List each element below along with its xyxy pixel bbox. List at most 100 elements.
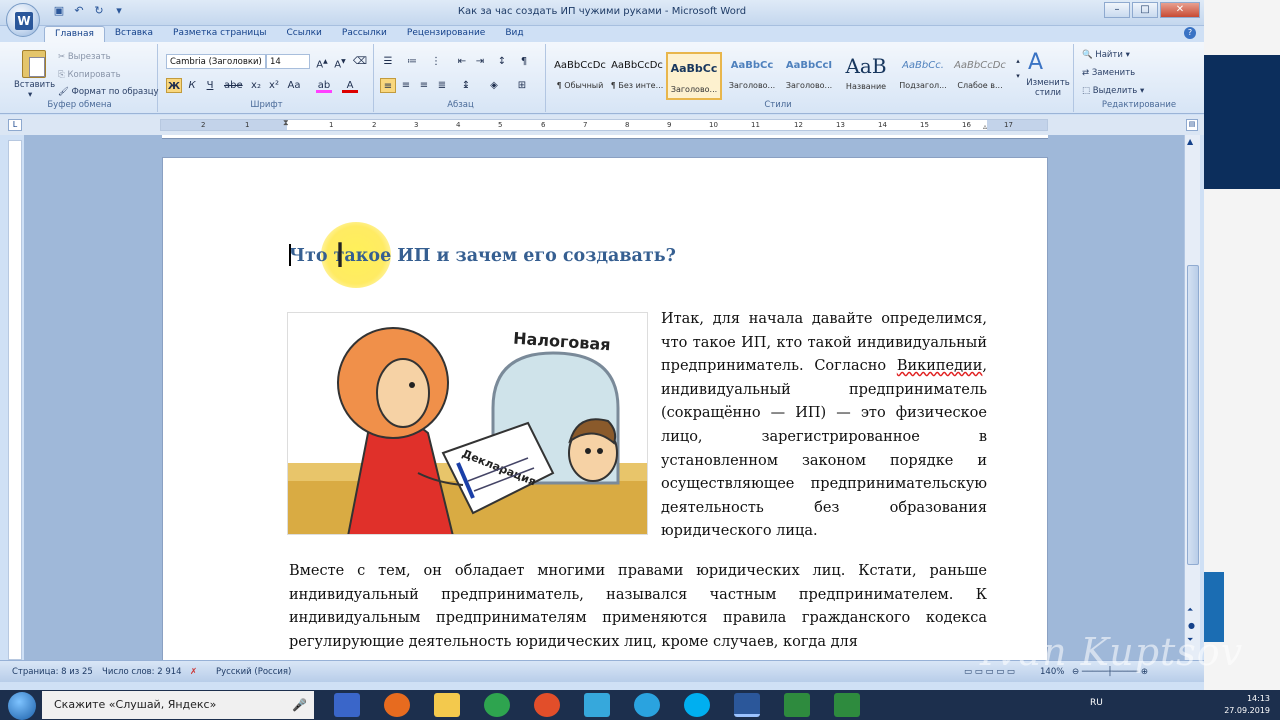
word-taskbar-icon[interactable] [734,693,760,717]
bird-app-icon[interactable] [584,693,610,717]
tab-view[interactable]: Вид [495,26,533,42]
word-count[interactable]: Число слов: 2 914 [102,667,182,677]
ruler-number: 1 [329,121,334,129]
align-left-button[interactable]: ≡ [380,78,396,93]
style-heading-3[interactable]: AaBbCcI Заголово... [781,52,837,100]
numbering-icon[interactable]: ≔ [404,54,420,69]
tax-office-illustration[interactable]: Налоговая Декларация [287,312,648,535]
font-name-select[interactable]: Cambria (Заголовки) [166,54,266,69]
vertical-scrollbar[interactable]: ▲ ⏶ ● ⏷ [1184,135,1200,660]
window-title: Как за час создать ИП чужими руками - Mi… [457,6,747,17]
shrink-font-icon[interactable]: A▼ [332,54,348,70]
style-normal[interactable]: AaBbCcDc ¶ Обычный [552,52,608,100]
vertical-ruler[interactable] [8,140,22,660]
scroll-up-icon[interactable]: ▲ [1187,137,1193,146]
office-button[interactable]: W [6,3,40,37]
page-counter[interactable]: Страница: 8 из 25 [12,667,93,677]
ruler-number: 2 [372,121,377,129]
yandex-browser-icon[interactable] [534,693,560,717]
shading-icon[interactable]: ◈ [486,78,502,93]
style-subtitle[interactable]: AaBbCc. Подзагол... [895,52,951,100]
indent-marker-icon[interactable]: ⧗ [283,118,289,128]
bullets-icon[interactable]: ☰ [380,54,396,69]
align-right-button[interactable]: ≡ [416,78,432,93]
style-title[interactable]: AaB Название [838,52,894,100]
sort-icon[interactable]: ↕ [494,54,510,69]
paragraph-rights[interactable]: Вместе с тем, он обладает многими правам… [289,560,987,654]
show-marks-icon[interactable]: ¶ [516,54,532,69]
input-language[interactable]: RU [1090,698,1103,708]
close-button[interactable]: ✕ [1160,2,1200,18]
chrome-icon[interactable] [484,693,510,717]
decrease-indent-icon[interactable]: ⇤ [454,54,470,69]
tab-insert[interactable]: Вставка [105,26,163,42]
grow-font-icon[interactable]: A▲ [314,54,330,70]
change-case-icon[interactable]: Aa [286,78,302,93]
camtasia-icon[interactable] [784,693,810,717]
multilevel-list-icon[interactable]: ⋮ [428,54,444,69]
ruler-toggle-icon[interactable]: L [8,119,22,131]
replace-button[interactable]: ⇄ Заменить [1082,68,1135,78]
view-ruler-icon[interactable]: ▤ [1186,119,1198,131]
minimize-button[interactable]: – [1104,2,1130,18]
document-page[interactable]: Что такое ИП и зачем его создавать? I На… [162,157,1048,660]
telegram-icon[interactable] [634,693,660,717]
microphone-icon[interactable]: 🎤 [292,698,307,712]
clear-format-icon[interactable]: ⌫ [352,54,368,69]
horizontal-ruler[interactable]: 2 1 1 2 3 4 5 6 7 8 9 10 11 12 13 14 15 … [160,118,1048,131]
language-indicator[interactable]: Русский (Россия) [216,667,291,677]
align-center-button[interactable]: ≡ [398,78,414,93]
tab-review[interactable]: Рецензирование [397,26,495,42]
style-heading-2[interactable]: AaBbCc Заголово... [724,52,780,100]
font-color-icon[interactable]: A [342,78,358,93]
change-styles-button[interactable]: Изменить стили [1026,78,1070,98]
browse-object-icon[interactable]: ● [1188,621,1195,630]
file-explorer-icon[interactable] [434,693,460,717]
paste-button[interactable]: Вставить [14,80,55,90]
tab-mailings[interactable]: Рассылки [332,26,397,42]
italic-button[interactable]: К [184,78,200,93]
paste-dropdown-icon[interactable]: ▾ [28,90,32,100]
firefox-icon[interactable] [384,693,410,717]
subscript-button[interactable]: x₂ [248,78,264,93]
paragraph-intro[interactable]: Итак, для начала давайте определимся, чт… [661,308,987,544]
superscript-button[interactable]: x² [266,78,282,93]
tab-references[interactable]: Ссылки [277,26,332,42]
proofing-icon[interactable]: ✗ [190,667,197,677]
highlight-color-icon[interactable]: ab [316,78,332,93]
style-no-spacing[interactable]: AaBbCcDc ¶ Без инте... [609,52,665,100]
taskbar-search[interactable]: Скажите «Слушай, Яндекс» [42,691,314,719]
strikethrough-button[interactable]: abe [224,78,243,93]
underline-button[interactable]: Ч [202,78,218,93]
select-button[interactable]: ⬚ Выделить ▾ [1082,86,1144,96]
bold-button[interactable]: Ж [166,78,182,93]
scroll-thumb[interactable] [1187,265,1199,565]
style-subtle-emphasis[interactable]: AaBbCcDc Слабое в... [952,52,1008,100]
styles-scroll-icon[interactable]: ▴ ▾ [1010,54,1026,80]
skype-icon[interactable] [684,693,710,717]
cut-button[interactable]: ✂ Вырезать [58,52,111,62]
document-heading[interactable]: Что такое ИП и зачем его создавать? [289,246,676,266]
find-button[interactable]: 🔍 Найти ▾ [1082,50,1130,60]
start-button[interactable] [8,692,36,720]
borders-icon[interactable]: ⊞ [514,78,530,93]
paste-icon[interactable] [22,50,46,78]
right-indent-marker-icon[interactable]: ▵ [983,122,987,131]
format-painter-button[interactable]: 🖌 Формат по образцу [58,87,159,97]
change-styles-icon[interactable]: A [1028,50,1043,75]
copy-button[interactable]: ⎘ Копировать [58,70,121,80]
taskbar-app-icon[interactable] [334,693,360,717]
prev-page-icon[interactable]: ⏶ [1187,605,1193,615]
tab-home[interactable]: Главная [44,26,105,42]
ruler-number: 1 [245,121,250,129]
line-spacing-icon[interactable]: ↨ [458,78,474,93]
maximize-button[interactable]: □ [1132,2,1158,18]
style-heading-1[interactable]: AaBbCc Заголово... [666,52,722,100]
tab-page-layout[interactable]: Разметка страницы [163,26,277,42]
clock[interactable]: 14:13 27.09.2019 [1224,693,1270,717]
justify-button[interactable]: ≣ [434,78,450,93]
camtasia-recorder-icon[interactable] [834,693,860,717]
ribbon-help-icon[interactable]: ? [1184,27,1196,39]
font-size-select[interactable]: 14 [266,54,310,69]
increase-indent-icon[interactable]: ⇥ [472,54,488,69]
